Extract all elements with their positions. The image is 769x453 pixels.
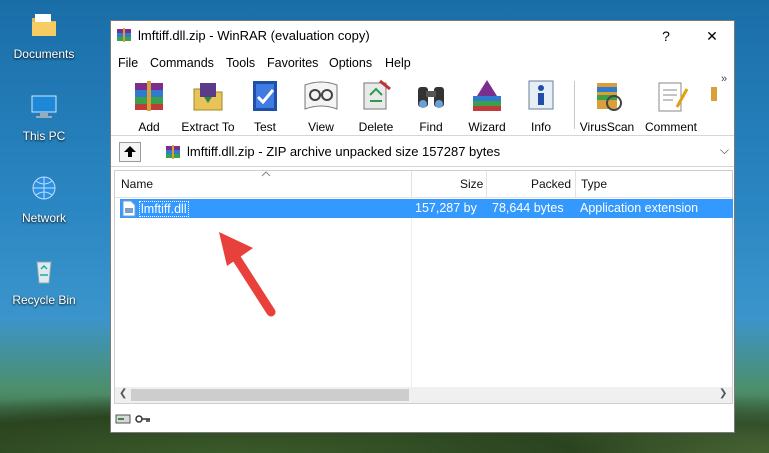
toolbar-label: Add	[138, 120, 160, 134]
computer-icon	[31, 95, 57, 118]
column-header-packed[interactable]: Packed	[531, 177, 571, 191]
toolbar-label: Extract To	[181, 120, 235, 134]
chevron-down-icon[interactable]: ⌵	[720, 143, 729, 158]
file-list-header: Name Size Packed Type	[115, 171, 732, 198]
toolbar-label: Find	[419, 120, 443, 134]
column-header-name[interactable]: Name	[121, 177, 153, 191]
scroll-right-icon[interactable]: ❯	[719, 388, 727, 399]
toolbar-label: Comment	[644, 120, 697, 134]
path-bar: lmftiff.dll.zip - ZIP archive unpacked s…	[111, 138, 734, 167]
desktop-icon-label: Network	[21, 211, 66, 225]
menu-commands[interactable]: Commands	[150, 56, 214, 70]
title-bar[interactable]: lmftiff.dll.zip - WinRAR (evaluation cop…	[111, 21, 734, 51]
toolbar-view-button[interactable]: View	[291, 77, 351, 134]
desktop-icon-this-pc[interactable]: This PC	[0, 92, 92, 143]
desktop-icon-documents[interactable]: Documents	[0, 10, 92, 61]
toolbar-label: Wizard	[468, 120, 506, 134]
file-size: 157,287 by	[415, 201, 477, 215]
view-icon	[304, 81, 338, 110]
toolbar-delete-button[interactable]: Delete	[346, 77, 406, 134]
up-folder-button[interactable]	[119, 142, 141, 162]
help-button[interactable]: ?	[651, 25, 681, 47]
toolbar-comment-button[interactable]: Comment	[641, 77, 701, 134]
toolbar-find-button[interactable]: Find	[401, 77, 461, 134]
key-icon[interactable]	[135, 413, 151, 425]
menu-help[interactable]: Help	[385, 56, 411, 70]
column-divider[interactable]	[575, 171, 576, 197]
column-divider[interactable]	[486, 171, 487, 197]
file-packed: 78,644 bytes	[492, 201, 564, 215]
annotation-arrow-icon	[219, 232, 276, 317]
scroll-left-icon[interactable]: ❮	[119, 388, 127, 399]
toolbar-info-button[interactable]: Info	[511, 77, 571, 134]
file-name: lmftiff.dll	[139, 201, 189, 217]
toolbar-extract-to-button[interactable]: Extract To	[178, 77, 238, 134]
toolbar: Add Extract To Test View Delete Find Wiz…	[111, 73, 734, 136]
dll-file-icon	[122, 200, 136, 217]
menu-options[interactable]: Options	[329, 56, 372, 70]
toolbar-label: Info	[530, 120, 551, 134]
wizard-icon	[473, 80, 501, 111]
toolbar-test-button[interactable]: Test	[235, 77, 295, 134]
horizontal-scrollbar[interactable]: ❮ ❯	[115, 387, 732, 403]
toolbar-label: VirusScan	[579, 120, 635, 134]
desktop-icon-network[interactable]: Network	[0, 174, 92, 225]
window-title: lmftiff.dll.zip - WinRAR (evaluation cop…	[138, 28, 370, 43]
menu-bar: File Commands Tools Favorites Options He…	[111, 52, 734, 72]
network-icon	[32, 176, 56, 200]
comment-icon	[658, 82, 689, 112]
path-dropdown[interactable]: lmftiff.dll.zip - ZIP archive unpacked s…	[163, 141, 733, 163]
winrar-window: lmftiff.dll.zip - WinRAR (evaluation cop…	[110, 20, 735, 433]
sort-ascending-icon	[261, 171, 271, 177]
winrar-app-icon	[117, 28, 131, 42]
toolbar-label: View	[308, 120, 334, 134]
close-button[interactable]: ✕	[697, 25, 727, 47]
toolbar-separator	[574, 81, 575, 129]
toolbar-label: Delete	[358, 120, 394, 134]
desktop-icon-recycle-bin[interactable]: Recycle Bin	[0, 256, 92, 307]
test-icon	[253, 81, 277, 111]
table-row[interactable]: lmftiff.dll 157,287 by 78,644 bytes Appl…	[120, 199, 733, 218]
column-guide	[411, 197, 412, 387]
virusscan-icon	[597, 83, 622, 111]
delete-icon	[363, 79, 391, 110]
status-bar	[111, 408, 734, 432]
menu-tools[interactable]: Tools	[226, 56, 255, 70]
up-arrow-icon	[124, 146, 136, 157]
archive-icon	[166, 145, 180, 159]
file-list: Name Size Packed Type lmftiff.dll 157,28…	[114, 170, 733, 404]
documents-folder-icon	[32, 14, 56, 36]
file-type: Application extension	[580, 201, 699, 215]
column-header-size[interactable]: Size	[460, 177, 483, 191]
extract-to-icon	[193, 83, 223, 111]
desktop-icon-label: This PC	[22, 129, 66, 143]
recycle-bin-icon	[36, 261, 52, 284]
toolbar-wizard-button[interactable]: Wizard	[457, 77, 517, 134]
column-divider[interactable]	[411, 171, 412, 197]
desktop-icon-label: Recycle Bin	[12, 293, 76, 307]
add-archive-icon	[135, 81, 163, 111]
scrollbar-thumb[interactable]	[131, 389, 409, 401]
info-icon	[528, 80, 554, 110]
toolbar-label: Test	[253, 120, 276, 134]
drive-icon[interactable]	[115, 413, 131, 425]
path-text: lmftiff.dll.zip - ZIP archive unpacked s…	[187, 144, 501, 159]
desktop-icon-label: Documents	[13, 47, 75, 61]
toolbar-overflow-icon	[711, 87, 717, 101]
toolbar-virusscan-button[interactable]: VirusScan	[577, 77, 637, 134]
menu-favorites[interactable]: Favorites	[267, 56, 318, 70]
column-header-type[interactable]: Type	[581, 177, 607, 191]
toolbar-add-button[interactable]: Add	[119, 77, 179, 134]
menu-file[interactable]: File	[118, 56, 138, 70]
toolbar-more-chevron[interactable]: »	[721, 73, 727, 85]
find-icon	[418, 87, 444, 108]
